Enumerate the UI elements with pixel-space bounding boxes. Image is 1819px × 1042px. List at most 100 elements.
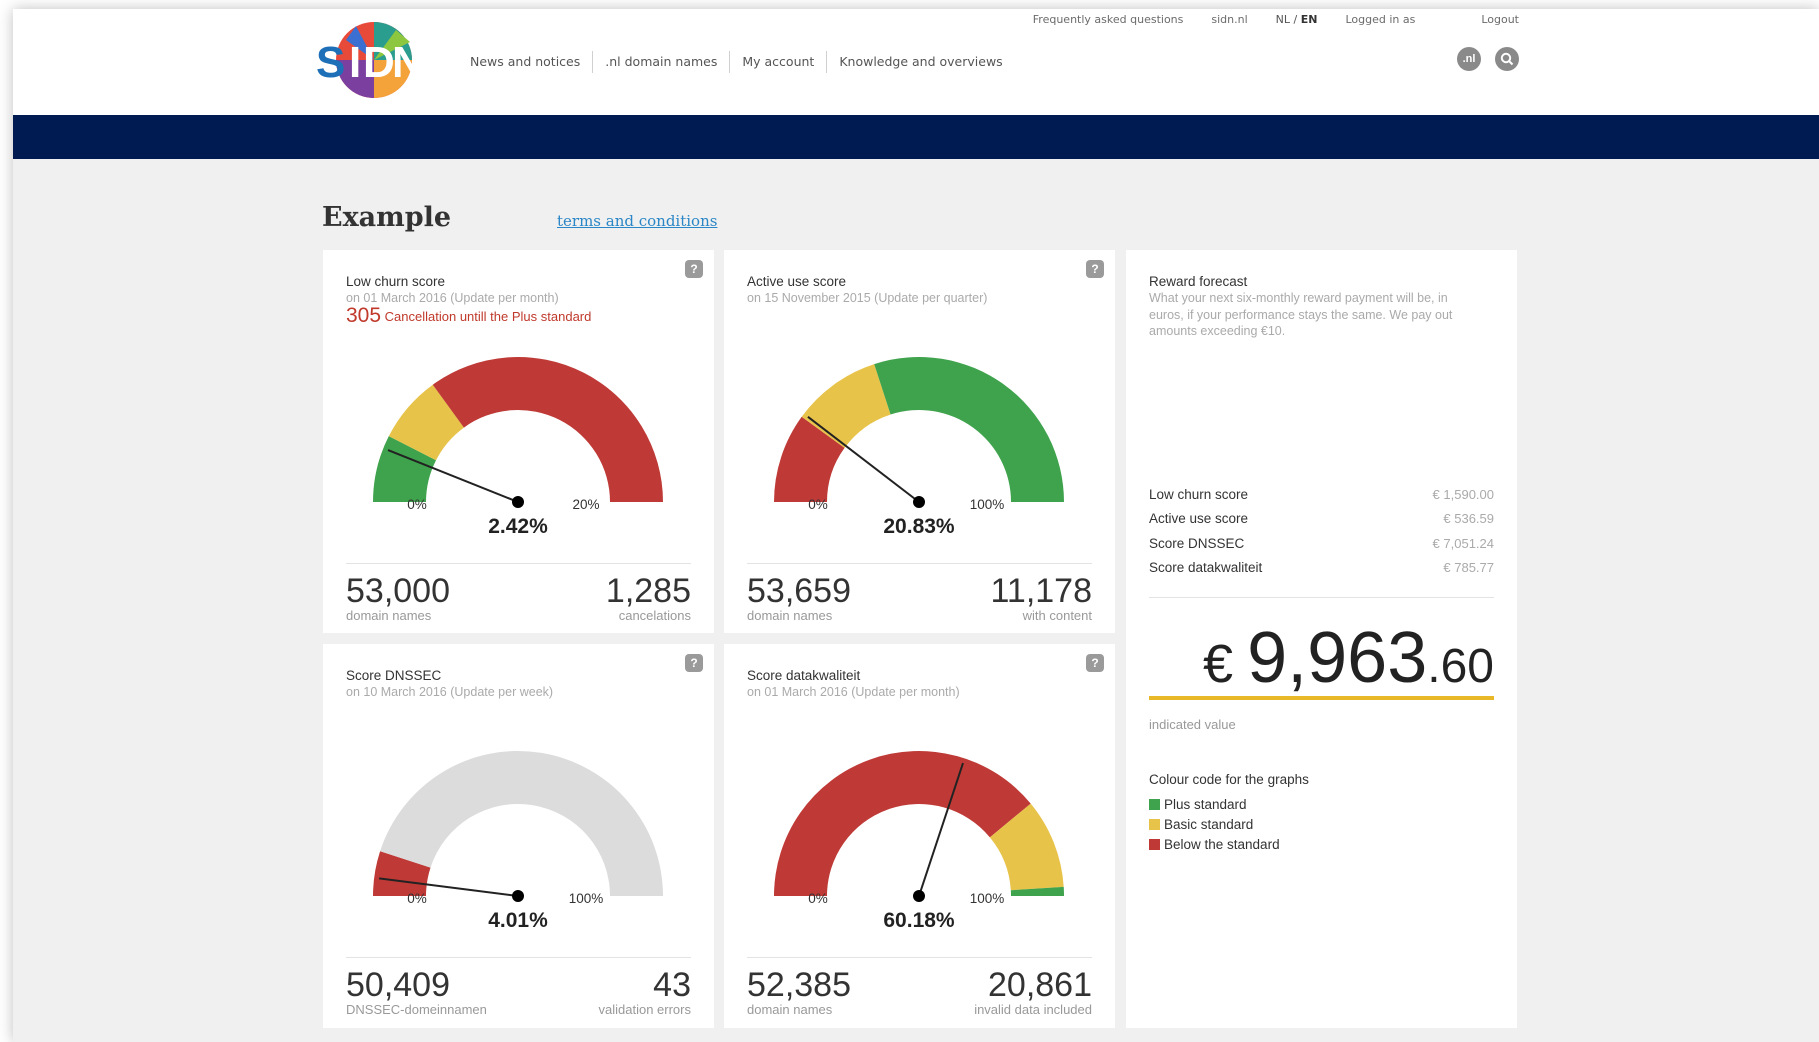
legend-swatch	[1149, 818, 1160, 830]
reward-title: Reward forecast	[1149, 274, 1248, 289]
color-legend: Plus standard Basic standard Below the s…	[1149, 794, 1280, 854]
nav-news[interactable]: News and notices	[458, 51, 592, 73]
header-icons: .nl	[1457, 47, 1519, 71]
reward-row-value: € 7,051.24	[1432, 535, 1494, 551]
gauge-pivot	[913, 496, 925, 508]
card-subtitle: on 01 March 2016 (Update per month)	[747, 685, 960, 699]
stat-right-value: 20,861	[988, 966, 1092, 1004]
gauge-min-label: 0%	[808, 497, 828, 512]
reward-row-value: € 1,590.00	[1432, 486, 1494, 502]
card-subtitle: on 01 March 2016 (Update per month)	[346, 291, 559, 305]
churn-warning: 305 Cancellation untill the Plus standar…	[346, 304, 591, 328]
blue-nav-bar	[13, 115, 1819, 159]
stat-right-value: 11,178	[990, 572, 1092, 610]
gauge-max-label: 100%	[569, 891, 604, 906]
sidn-link[interactable]: sidn.nl	[1211, 13, 1247, 26]
logo-letter-s: S	[316, 38, 345, 87]
gauge-min-label: 0%	[808, 891, 828, 906]
total-cents: .60	[1427, 640, 1494, 693]
gauge-value-label: 2.42%	[488, 515, 548, 538]
search-icon[interactable]	[1495, 47, 1519, 71]
logo-letter-d: D	[363, 38, 395, 87]
legend-title: Colour code for the graphs	[1149, 772, 1309, 787]
card-subtitle: on 10 March 2016 (Update per week)	[346, 685, 554, 699]
warning-text: Cancellation untill the Plus standard	[384, 309, 592, 324]
help-icon[interactable]: ?	[1086, 260, 1104, 278]
gauge-pivot	[913, 890, 925, 902]
logo-letter-n: N	[392, 38, 424, 87]
nav-nl-domain-names[interactable]: .nl domain names	[592, 51, 729, 73]
stat-right-value: 43	[653, 966, 691, 1004]
gauge-value-label: 4.01%	[488, 909, 548, 932]
indicated-value-label: indicated value	[1149, 717, 1236, 732]
nav-my-account[interactable]: My account	[729, 51, 826, 73]
help-icon[interactable]: ?	[685, 654, 703, 672]
reward-row: Low churn score € 1,590.00	[1149, 482, 1494, 507]
reward-row-value: € 785.77	[1443, 560, 1494, 576]
legend-label: Plus standard	[1164, 796, 1247, 812]
card-title: Score datakwaliteit	[747, 668, 861, 683]
stat-left-label: DNSSEC-domeinnamen	[346, 1002, 487, 1017]
help-icon[interactable]: ?	[1086, 654, 1104, 672]
card-reward-forecast: Reward forecast What your next six-month…	[1126, 250, 1517, 1028]
divider	[747, 563, 1092, 564]
divider	[346, 563, 691, 564]
site-header: S I D N Frequently asked questions sidn.…	[13, 9, 1819, 115]
logo-letter-i: I	[349, 38, 361, 87]
total-main: 9,963	[1247, 618, 1428, 698]
divider	[346, 957, 691, 958]
card-data-quality: ? Score datakwaliteit on 01 March 2016 (…	[724, 644, 1115, 1028]
gauge-value-label: 60.18%	[883, 909, 955, 932]
total-currency: €	[1203, 634, 1234, 694]
stat-left-value: 53,659	[747, 572, 851, 610]
stat-right-label: invalid data included	[974, 1002, 1092, 1017]
logout-link[interactable]: Logout	[1481, 13, 1519, 26]
stat-left-label: domain names	[346, 608, 432, 623]
language-switch[interactable]: NL / EN	[1276, 13, 1318, 26]
legend-item-plus: Plus standard	[1149, 794, 1280, 814]
card-title: Active use score	[747, 274, 847, 289]
reward-divider	[1149, 597, 1494, 598]
stat-left-value: 52,385	[747, 966, 851, 1004]
stat-left-value: 50,409	[346, 966, 450, 1004]
card-title: Score DNSSEC	[346, 668, 442, 683]
gauge-max-label: 100%	[970, 497, 1005, 512]
nl-domain-icon[interactable]: .nl	[1457, 47, 1481, 71]
divider	[747, 957, 1092, 958]
faq-link[interactable]: Frequently asked questions	[1033, 13, 1184, 26]
card-active-use: ? Active use score on 15 November 2015 (…	[724, 250, 1115, 633]
stat-right-label: with content	[1022, 608, 1092, 623]
reward-row-label: Score datakwaliteit	[1149, 560, 1263, 576]
gauge-chart: 0% 20% 2.42%	[373, 357, 663, 538]
gauge-min-label: 0%	[407, 891, 427, 906]
top-navigation: Frequently asked questions sidn.nl NL / …	[1033, 13, 1519, 26]
nl-icon-label: .nl	[1462, 53, 1476, 65]
gauge-pivot	[512, 890, 524, 902]
page-title: Example	[322, 202, 452, 233]
reward-row-label: Low churn score	[1149, 486, 1249, 502]
total-underline	[1149, 696, 1494, 700]
nav-knowledge[interactable]: Knowledge and overviews	[826, 51, 1014, 73]
gauge-max-label: 20%	[572, 497, 599, 512]
stat-left-label: domain names	[747, 608, 833, 623]
reward-table: Low churn score € 1,590.00 Active use sco…	[1149, 482, 1494, 580]
reward-row-label: Active use score	[1149, 511, 1249, 527]
lang-nl[interactable]: NL	[1276, 13, 1290, 26]
gauge-chart: 0% 100% 20.83%	[774, 357, 1064, 538]
stat-left-value: 53,000	[346, 572, 450, 610]
stat-left-label: domain names	[747, 1002, 833, 1017]
terms-link[interactable]: terms and conditions	[557, 212, 717, 230]
lang-separator: /	[1290, 13, 1301, 26]
main-navigation: News and notices .nl domain names My acc…	[458, 51, 1015, 73]
gauge-pivot	[512, 496, 524, 508]
stat-right-label: cancelations	[618, 608, 691, 623]
gauge-max-label: 100%	[970, 891, 1005, 906]
browser-frame: S I D N Frequently asked questions sidn.…	[13, 9, 1819, 1042]
warning-number: 305	[346, 304, 382, 327]
lang-en[interactable]: EN	[1301, 13, 1318, 26]
help-icon[interactable]: ?	[685, 260, 703, 278]
reward-row: Score DNSSEC € 7,051.24	[1149, 531, 1494, 556]
reward-row: Active use score € 536.59	[1149, 507, 1494, 532]
sidn-logo[interactable]: S I D N	[316, 20, 428, 100]
card-low-churn: ? Low churn score on 01 March 2016 (Upda…	[323, 250, 714, 633]
